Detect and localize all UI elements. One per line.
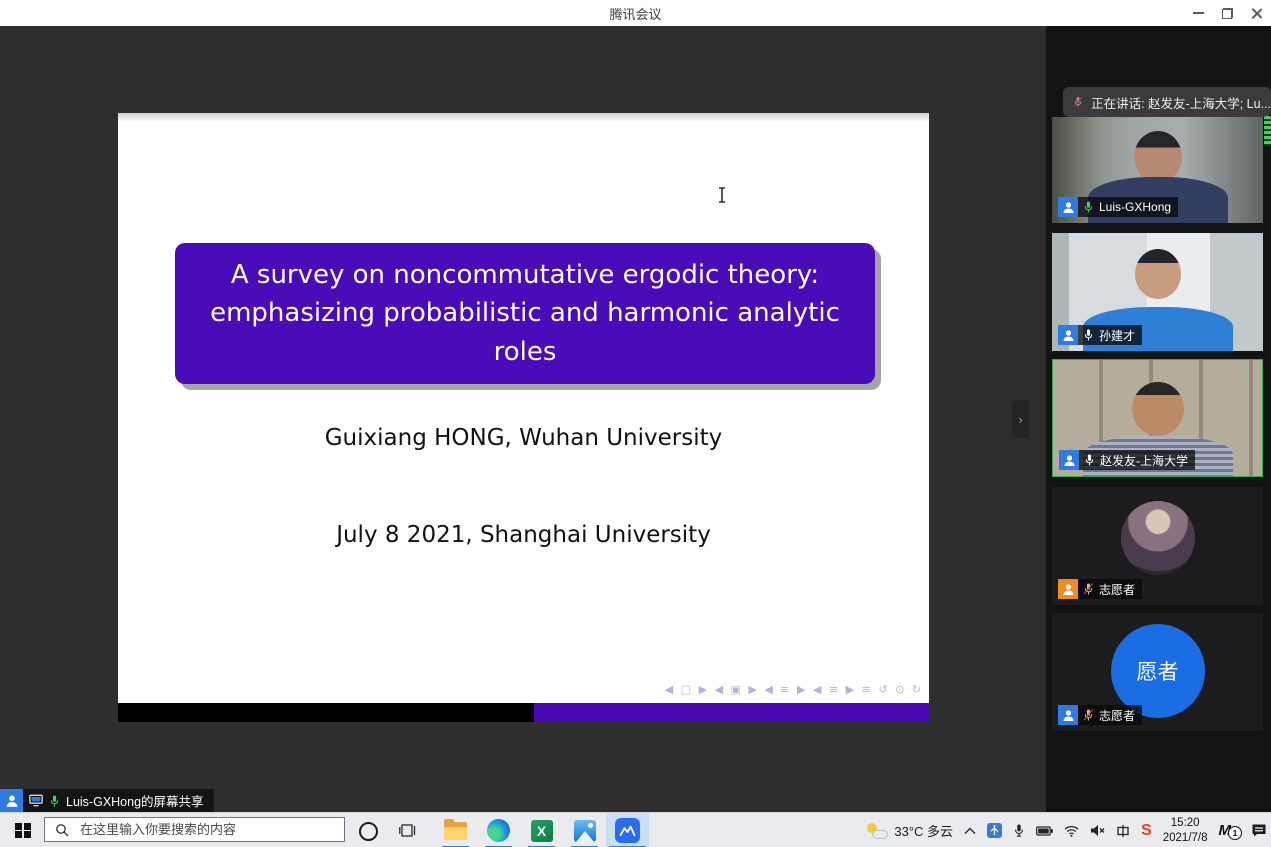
slide-footer-black-bar	[118, 703, 534, 722]
tray-volume-muted-icon[interactable]	[1090, 824, 1105, 837]
mic-muted-icon	[1083, 708, 1094, 722]
participant-tile[interactable]: 孙建才	[1052, 233, 1263, 351]
weather-sun-cloud-icon	[866, 823, 888, 839]
taskbar-app-edge[interactable]	[477, 813, 520, 847]
action-center-icon[interactable]	[1251, 823, 1267, 838]
participant-name: 志愿者	[1099, 581, 1135, 598]
weather-widget[interactable]: 33°C 多云	[866, 821, 953, 840]
attendee-role-icon	[0, 789, 23, 812]
attendee-role-icon	[1058, 325, 1078, 345]
mic-on-icon	[49, 794, 60, 808]
participant-namebar: Luis-GXHong	[1058, 197, 1178, 217]
sogou-input-icon[interactable]: S	[1141, 822, 1152, 840]
search-icon	[55, 823, 69, 837]
excel-icon: X	[531, 820, 553, 842]
taskbar-app-excel[interactable]: X	[520, 813, 563, 847]
search-input[interactable]	[78, 821, 322, 838]
participant-tile[interactable]: Luis-GXHong	[1052, 117, 1263, 223]
taskbar-app-file-explorer[interactable]	[434, 813, 477, 847]
sidebar-collapse-button[interactable]: ›	[1012, 400, 1029, 438]
participant-name: 赵发友-上海大学	[1100, 452, 1188, 469]
attendee-role-icon	[1058, 197, 1078, 217]
tray-date: 2021/7/8	[1163, 831, 1208, 846]
usb-device-icon[interactable]	[987, 823, 1002, 838]
tray-ime-icon[interactable]	[1116, 824, 1130, 838]
participant-avatar-initials: 愿者	[1111, 624, 1205, 718]
participant-namebar: 志愿者	[1058, 705, 1142, 725]
tencent-meeting-icon	[615, 818, 640, 843]
ime-mode-indicator[interactable]: M 1	[1219, 822, 1241, 839]
screen-share-label: Luis-GXHong的屏幕共享	[66, 791, 204, 810]
text-cursor-icon	[716, 186, 728, 204]
task-view-icon[interactable]	[399, 822, 416, 844]
participant-namebar: 孙建才	[1058, 325, 1142, 345]
app-window: 腾讯会议 A survey on noncommutative ergodic …	[0, 0, 1271, 847]
slide-date: July 8 2021, Shanghai University	[118, 522, 929, 548]
screen-share-badge[interactable]: Luis-GXHong的屏幕共享	[0, 789, 214, 812]
start-button[interactable]	[0, 813, 46, 847]
mic-on-icon	[1083, 200, 1094, 214]
participant-figure	[1134, 131, 1182, 183]
restore-button[interactable]	[1213, 0, 1242, 26]
presentation-slide: A survey on noncommutative ergodic theor…	[118, 113, 929, 703]
tray-battery-icon[interactable]	[1036, 826, 1053, 836]
taskbar-app-tencent-meeting[interactable]	[606, 813, 649, 847]
now-speaking-banner: 正在讲话: 赵发友-上海大学; Lu...	[1063, 87, 1271, 117]
tray-microphone-icon[interactable]	[1013, 823, 1025, 838]
file-explorer-icon	[444, 822, 467, 840]
weather-text: 33°C 多云	[894, 821, 953, 840]
attendee-role-icon	[1058, 705, 1078, 725]
participant-avatar-photo	[1121, 501, 1195, 575]
mic-on-icon	[1084, 453, 1095, 467]
participants-sidebar: 正在讲话: 赵发友-上海大学; Lu... Luis-GXHong	[1046, 26, 1271, 812]
taskbar-app-photos[interactable]	[563, 813, 606, 847]
slide-title: A survey on noncommutative ergodic theor…	[175, 256, 875, 371]
close-button[interactable]	[1242, 0, 1271, 26]
tray-wifi-icon[interactable]	[1064, 825, 1079, 837]
avatar-text: 愿者	[1137, 656, 1179, 686]
participant-namebar: 赵发友-上海大学	[1059, 450, 1195, 470]
window-titlebar: 腾讯会议	[0, 0, 1271, 26]
participant-namebar: 志愿者	[1058, 579, 1142, 599]
tray-chevron-up-icon[interactable]	[964, 827, 976, 835]
edge-icon	[487, 819, 510, 842]
attendee-role-icon	[1059, 450, 1079, 470]
photos-icon	[574, 820, 596, 842]
participant-name: 志愿者	[1099, 707, 1135, 724]
slide-footer-purple-bar	[534, 703, 929, 722]
minimize-icon	[1193, 12, 1204, 14]
slide-author: Guixiang HONG, Wuhan University	[118, 425, 929, 451]
mic-muted-icon	[1083, 582, 1094, 596]
windows-logo-icon	[15, 823, 31, 839]
minimize-button[interactable]	[1184, 0, 1213, 26]
participant-tile[interactable]: 志愿者	[1052, 487, 1263, 605]
window-title: 腾讯会议	[609, 4, 661, 23]
now-speaking-text: 正在讲话: 赵发友-上海大学; Lu...	[1091, 93, 1271, 112]
participant-name: 孙建才	[1099, 327, 1135, 344]
windows-taskbar: X 33°C 多云	[0, 812, 1271, 847]
tray-time: 15:20	[1163, 816, 1208, 831]
participant-tile-speaking[interactable]: 赵发友-上海大学	[1052, 359, 1263, 477]
volunteer-role-icon	[1058, 579, 1078, 599]
slide-title-box: A survey on noncommutative ergodic theor…	[175, 243, 875, 384]
cortana-icon[interactable]	[359, 822, 378, 841]
participant-tile[interactable]: 愿者 志愿者	[1052, 613, 1263, 731]
screen-share-icon	[29, 794, 43, 807]
taskbar-search[interactable]	[44, 817, 345, 842]
beamer-navigation-icons[interactable]: ◀ □ ▶ ◀ ▣ ▶ ◀ ≡ ▶ ◀ ≡ ▶ ≡ ↺ ⊙ ↻	[665, 683, 923, 696]
audio-level-indicator	[1264, 116, 1271, 146]
restore-icon	[1222, 8, 1233, 19]
close-icon	[1251, 8, 1262, 19]
shared-screen-area: A survey on noncommutative ergodic theor…	[0, 26, 1046, 812]
participant-name: Luis-GXHong	[1099, 200, 1171, 214]
mic-on-icon	[1083, 328, 1094, 342]
ime-badge: 1	[1228, 826, 1242, 840]
tray-clock[interactable]: 15:20 2021/7/8	[1163, 816, 1208, 846]
mic-muted-icon	[1073, 94, 1083, 110]
